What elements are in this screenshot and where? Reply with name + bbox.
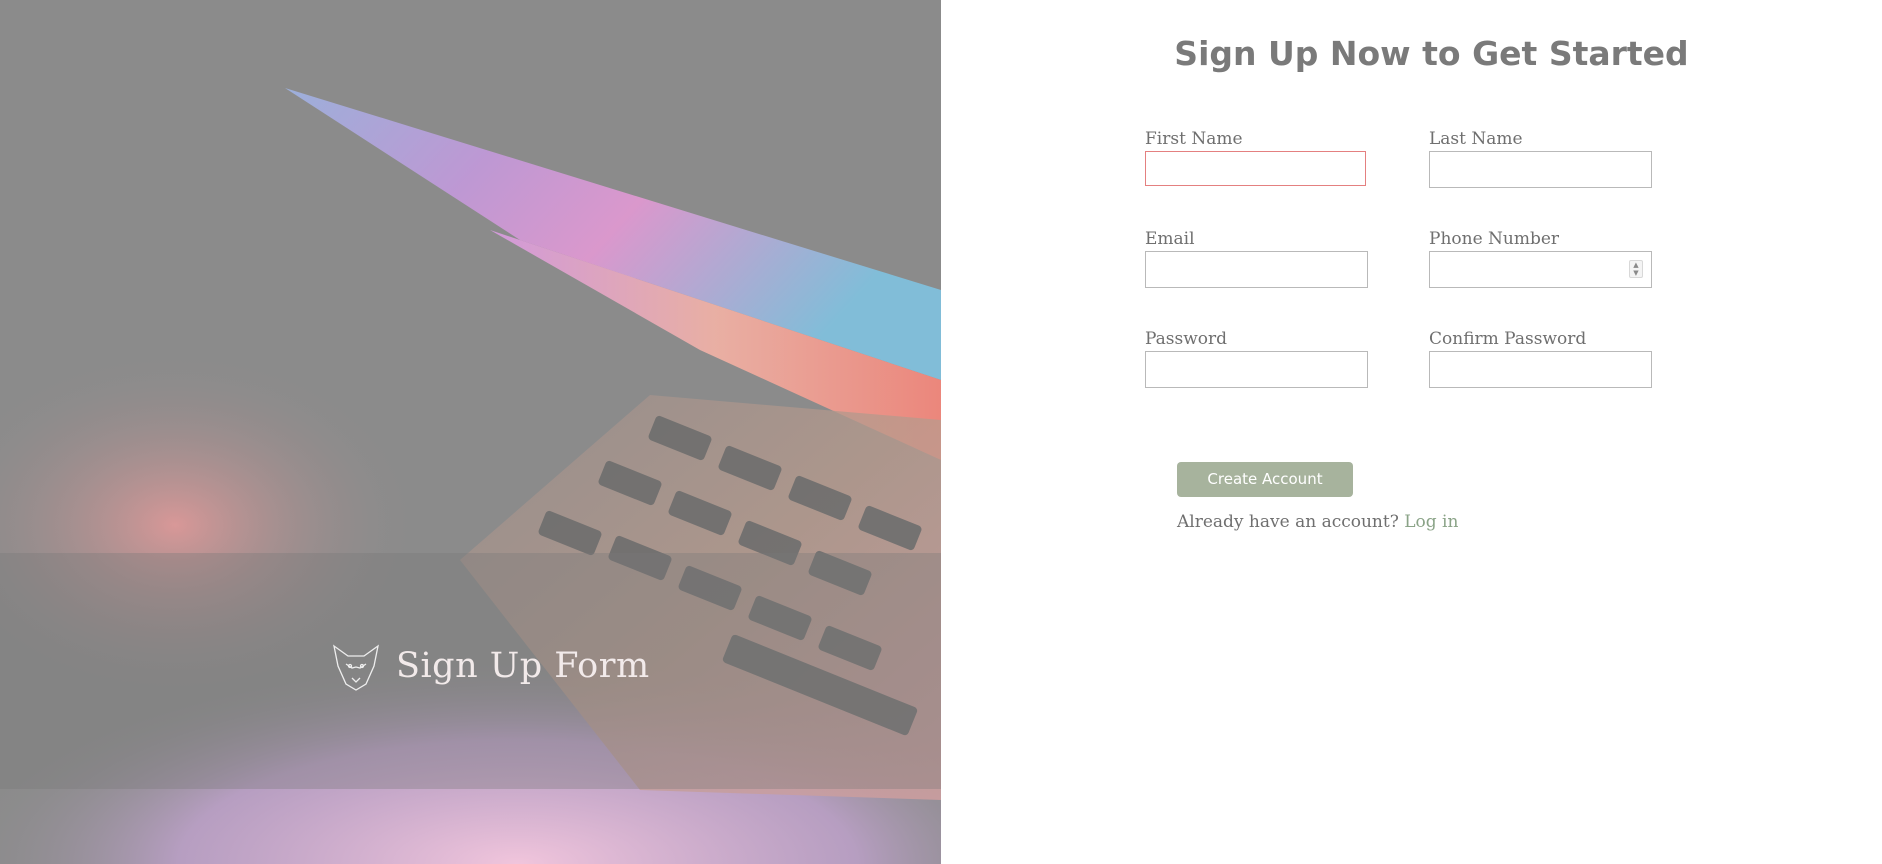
- login-link[interactable]: Log in: [1404, 512, 1458, 532]
- hero-panel: Sign Up Form: [0, 0, 941, 864]
- password-input[interactable]: [1145, 351, 1368, 388]
- fox-head-icon: [333, 644, 379, 691]
- last-name-label: Last Name: [1429, 129, 1523, 149]
- create-account-button[interactable]: Create Account: [1177, 462, 1353, 497]
- signup-form-panel: Sign Up Now to Get Started First Name La…: [941, 0, 1882, 864]
- first-name-label: First Name: [1145, 129, 1243, 149]
- brand: Sign Up Form: [330, 640, 650, 692]
- password-label: Password: [1145, 329, 1228, 349]
- last-name-group: Last Name: [1429, 129, 1653, 188]
- email-group: Email: [1145, 229, 1369, 288]
- login-prompt: Already have an account? Log in: [1177, 512, 1458, 532]
- confirm-password-input[interactable]: [1429, 351, 1652, 388]
- page-title: Sign Up Now to Get Started: [1174, 34, 1689, 73]
- first-name-input[interactable]: [1145, 151, 1366, 186]
- first-name-group: First Name: [1145, 129, 1369, 186]
- phone-input[interactable]: ▲ ▼: [1429, 251, 1652, 288]
- confirm-password-label: Confirm Password: [1429, 329, 1587, 349]
- phone-group: Phone Number ▲ ▼: [1429, 229, 1653, 288]
- email-input[interactable]: [1145, 251, 1368, 288]
- password-group: Password: [1145, 329, 1369, 388]
- confirm-password-group: Confirm Password: [1429, 329, 1653, 388]
- email-label: Email: [1145, 229, 1195, 249]
- phone-label: Phone Number: [1429, 229, 1560, 249]
- login-prompt-text: Already have an account?: [1177, 512, 1399, 532]
- number-stepper[interactable]: ▲ ▼: [1629, 260, 1643, 278]
- hero-title: Sign Up Form: [396, 646, 650, 686]
- last-name-input[interactable]: [1429, 151, 1652, 188]
